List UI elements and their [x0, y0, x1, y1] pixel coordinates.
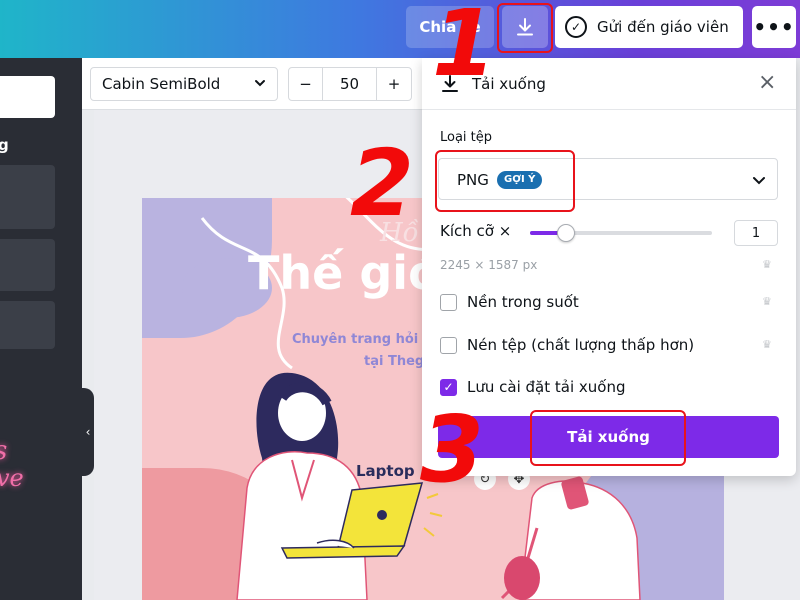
font-family-value: Cabin SemiBold	[102, 75, 221, 93]
font-size-increase-button[interactable]: +	[377, 68, 411, 100]
check-circle-icon: ✓	[565, 16, 587, 38]
more-options-button[interactable]: •••	[752, 6, 796, 48]
neon-template-text[interactable]: ve	[0, 464, 24, 492]
template-thumbnail[interactable]	[0, 239, 55, 291]
send-to-teacher-button[interactable]: ✓ Gửi đến giáo viên	[555, 6, 743, 48]
font-size-stepper: − 50 +	[288, 67, 412, 101]
panel-heading: g	[0, 136, 9, 154]
send-to-teacher-label: Gửi đến giáo viên	[597, 18, 729, 36]
more-icon: •••	[753, 15, 795, 39]
option-label: Nền trong suốt	[467, 293, 579, 311]
font-size-decrease-button[interactable]: −	[289, 68, 323, 100]
highlight-box-download-button	[530, 410, 686, 466]
chevron-down-icon	[255, 80, 265, 87]
size-label: Kích cỡ ×	[440, 222, 512, 240]
file-type-label: Loại tệp	[440, 130, 493, 145]
option-label: Nén tệp (chất lượng thấp hơn)	[467, 336, 695, 354]
step-number-3: 3	[420, 396, 485, 503]
top-bar: Chia sẻ ✓ Gửi đến giáo viên •••	[0, 0, 800, 58]
crown-icon: ♛	[762, 295, 772, 308]
font-size-input[interactable]: 50	[323, 68, 377, 100]
option-label: Lưu cài đặt tải xuống	[467, 378, 626, 396]
highlight-box-download	[497, 3, 553, 53]
neon-template-text[interactable]: s	[0, 436, 7, 466]
chevron-left-icon: ‹	[85, 425, 91, 439]
download-option[interactable]: Nén tệp (chất lượng thấp hơn)	[440, 336, 694, 354]
step-number-2: 2	[350, 130, 415, 237]
crown-icon: ♛	[762, 338, 772, 351]
download-option[interactable]: Nền trong suốt	[440, 293, 579, 311]
editor-toolbar: Cabin SemiBold − 50 +	[82, 58, 422, 110]
collapse-panel-button[interactable]: ‹	[82, 388, 94, 476]
panel-search-input[interactable]	[0, 76, 55, 118]
step-number-1: 1	[432, 0, 497, 97]
option-checkbox[interactable]	[440, 293, 457, 311]
chevron-down-icon	[753, 177, 765, 185]
size-input[interactable]: 1	[734, 220, 778, 246]
template-thumbnail[interactable]	[0, 165, 55, 229]
size-slider-handle[interactable]	[557, 224, 576, 242]
font-family-select[interactable]: Cabin SemiBold	[90, 67, 278, 101]
download-option[interactable]: ✓ Lưu cài đặt tải xuống	[440, 378, 625, 396]
template-thumbnail[interactable]	[0, 301, 55, 349]
dimensions-text: 2245 × 1587 px	[440, 258, 538, 272]
crown-icon: ♛	[762, 258, 772, 271]
option-checkbox[interactable]: ✓	[440, 378, 457, 396]
option-checkbox[interactable]	[440, 336, 457, 354]
left-side-panel: g s ve	[0, 58, 82, 600]
highlight-box-filetype	[435, 150, 575, 212]
close-icon[interactable]: ×	[758, 72, 776, 94]
size-slider[interactable]	[530, 224, 712, 242]
